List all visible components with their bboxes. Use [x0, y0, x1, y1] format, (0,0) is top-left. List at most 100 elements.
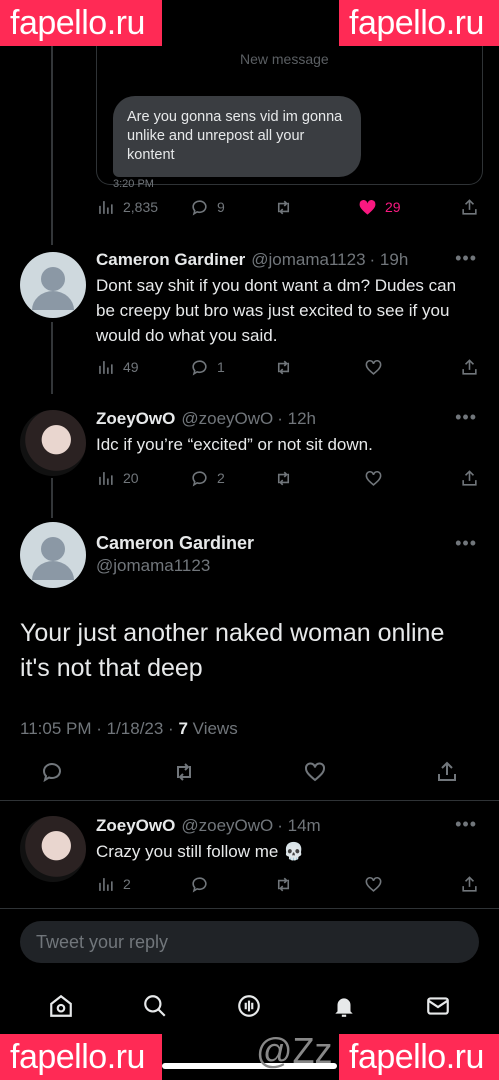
views-count: 49: [123, 359, 139, 375]
reply-icon: [192, 359, 207, 376]
divider: [0, 908, 499, 909]
heart-icon[interactable]: [303, 760, 327, 784]
like-button[interactable]: [364, 875, 383, 894]
reply-button[interactable]: 1: [190, 358, 274, 377]
retweet-button[interactable]: [274, 875, 364, 894]
share-icon: [462, 875, 477, 892]
messages-icon[interactable]: [425, 993, 451, 1019]
share-icon: [462, 198, 477, 215]
views-button[interactable]: 20: [96, 469, 190, 488]
tweet-header: Cameron Gardiner @jomama1123 · 19h: [96, 250, 479, 270]
share-button[interactable]: [460, 198, 479, 217]
like-button[interactable]: [364, 358, 383, 377]
search-icon[interactable]: [142, 993, 168, 1019]
bottom-nav: [0, 986, 499, 1026]
watermark-bottom-left: fapello.ru: [0, 1034, 162, 1080]
display-name[interactable]: Cameron Gardiner: [96, 250, 245, 270]
username[interactable]: @zoeyOwO: [181, 816, 273, 836]
retweet-button[interactable]: [274, 358, 364, 377]
share-button[interactable]: [460, 358, 479, 377]
share-icon: [462, 358, 477, 375]
tweet-header: ZoeyOwO @zoeyOwO · 14m: [96, 816, 479, 836]
views-label: Views: [192, 719, 238, 738]
views-icon: [99, 360, 113, 374]
avatar-cameron[interactable]: [20, 252, 86, 318]
watermark-handle: @Zz: [256, 1030, 333, 1071]
reply-icon: [192, 199, 207, 216]
heart-icon: [365, 359, 382, 375]
thread-line: [51, 40, 53, 245]
reply-button[interactable]: 2: [190, 469, 274, 488]
avatar-zoey[interactable]: [20, 410, 86, 476]
main-tweet-text: Your just another naked woman online it'…: [20, 619, 445, 682]
views-count: 20: [123, 470, 139, 486]
divider: [0, 800, 499, 801]
views-icon: [99, 877, 113, 891]
watermark-top-left: fapello.ru: [0, 0, 162, 46]
tweet-actions: 49 1: [96, 353, 479, 381]
retweet-icon: [277, 877, 290, 891]
dm-screenshot-card[interactable]: Are you gonna sens vid im gonna unlike a…: [96, 40, 483, 188]
tweet-meta: 11:05 PM · 1/18/23 · 7 Views: [20, 719, 238, 739]
views-button[interactable]: 2,835: [96, 198, 190, 217]
default-avatar-icon: [32, 537, 74, 580]
tweet-text: Crazy you still follow me 💀: [96, 842, 305, 861]
share-button[interactable]: [460, 469, 479, 488]
retweet-icon[interactable]: [172, 760, 196, 784]
dm-timestamp: 3:20 PM: [113, 178, 154, 188]
watermark-top-right: fapello.ru: [339, 0, 499, 46]
views-count: 2,835: [123, 199, 159, 215]
retweet-icon: [277, 471, 290, 485]
share-icon: [462, 469, 477, 486]
timestamp: · 12h: [277, 409, 316, 428]
home-icon[interactable]: [48, 993, 74, 1019]
like-button[interactable]: [364, 469, 383, 488]
thread-line: [51, 478, 53, 518]
retweet-button[interactable]: [274, 469, 364, 488]
spaces-icon[interactable]: [236, 993, 262, 1019]
tweet-actions: 20 2: [96, 464, 479, 492]
display-name[interactable]: ZoeyOwO: [96, 409, 175, 429]
more-options-icon[interactable]: •••: [455, 407, 477, 428]
timestamp: · 19h: [369, 250, 409, 269]
tweet-actions: 2: [96, 870, 479, 898]
tweet-text: Idc if you’re “excited” or not sit down.: [96, 435, 373, 454]
main-display-name[interactable]: Cameron Gardiner: [96, 533, 254, 554]
retweet-icon: [277, 360, 290, 374]
like-button[interactable]: 29: [358, 198, 454, 217]
display-name[interactable]: ZoeyOwO: [96, 816, 175, 836]
heart-icon: [365, 470, 382, 486]
more-options-icon[interactable]: •••: [455, 533, 477, 554]
views-count: 2: [123, 876, 131, 892]
reply-button[interactable]: [190, 875, 274, 894]
reply-icon: [192, 876, 207, 893]
reply-icon[interactable]: [40, 760, 64, 784]
dm-message-bubble: Are you gonna sens vid im gonna unlike a…: [113, 96, 361, 177]
share-icon[interactable]: [435, 760, 459, 784]
tweet-header: ZoeyOwO @zoeyOwO · 12h: [96, 409, 479, 429]
username[interactable]: @jomama1123: [251, 250, 365, 270]
avatar-zoey[interactable]: [20, 816, 86, 882]
avatar-cameron-main[interactable]: [20, 522, 86, 588]
watermark-bottom-right: fapello.ru: [339, 1034, 499, 1080]
main-username[interactable]: @jomama1123: [96, 556, 210, 576]
retweet-button[interactable]: [274, 198, 358, 217]
views-button[interactable]: 49: [96, 358, 190, 377]
thread-line: [51, 322, 53, 394]
tweet-actions-top: 2,835 9 29: [96, 193, 479, 221]
username[interactable]: @zoeyOwO: [181, 409, 273, 429]
notifications-icon[interactable]: [331, 993, 357, 1019]
share-button[interactable]: [460, 875, 479, 894]
retweet-icon: [277, 200, 290, 214]
more-options-icon[interactable]: •••: [455, 814, 477, 835]
views-button[interactable]: 2: [96, 875, 190, 894]
heart-icon: [365, 876, 382, 892]
reply-button[interactable]: 9: [190, 198, 274, 217]
reply-input[interactable]: Tweet your reply: [20, 921, 479, 963]
views-count[interactable]: 7: [178, 719, 187, 738]
tweet-text: Dont say shit if you dont want a dm? Dud…: [96, 276, 457, 345]
timestamp: · 14m: [277, 816, 321, 835]
reply-count: 2: [217, 470, 225, 486]
default-avatar-icon: [32, 267, 74, 310]
more-options-icon[interactable]: •••: [455, 248, 477, 269]
